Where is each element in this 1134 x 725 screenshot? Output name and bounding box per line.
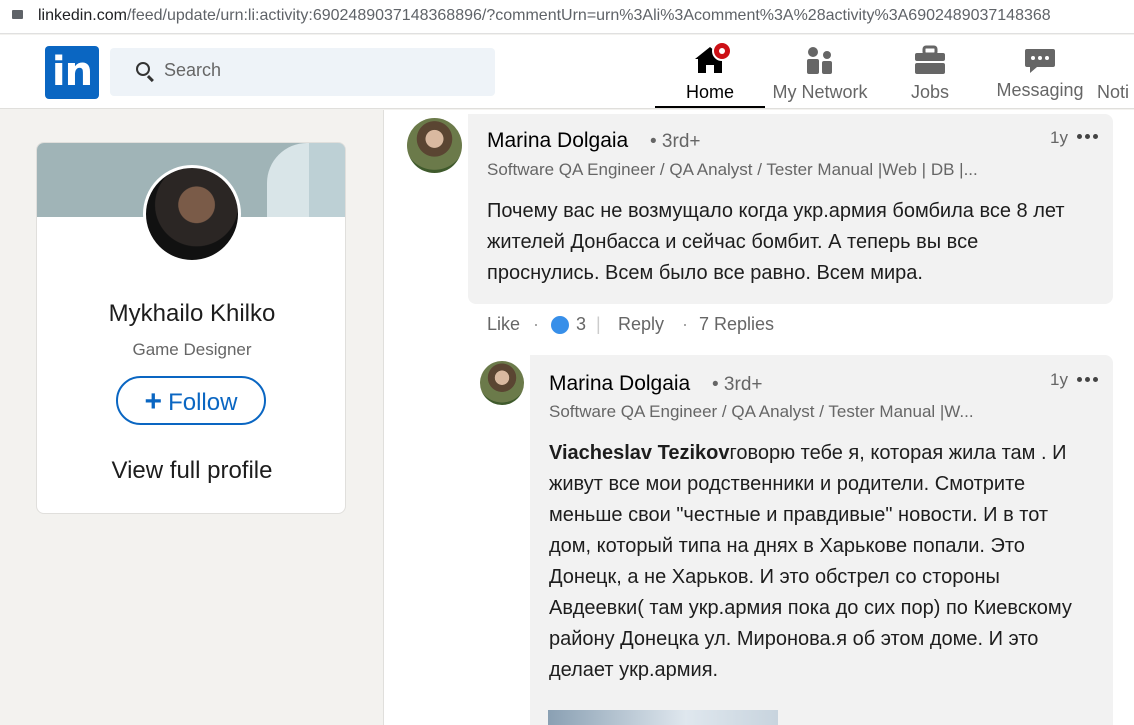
search-input[interactable] (164, 60, 464, 81)
reply-author[interactable]: Marina Dolgaia (549, 372, 690, 396)
view-full-profile-link[interactable]: View full profile (37, 457, 345, 485)
profile-name[interactable]: Mykhailo Khilko (37, 300, 345, 328)
comment-text: Почему вас не возмущало когда укр.армия … (487, 200, 1065, 284)
lock-icon (12, 10, 23, 21)
chat-bubble-icon (1025, 49, 1055, 73)
browser-address-bar[interactable]: linkedin.com/feed/update/urn:li:activity… (0, 0, 1134, 34)
separator-dot: · (533, 314, 539, 334)
comment-author[interactable]: Marina Dolgaia (487, 129, 628, 153)
profile-title: Game Designer (132, 340, 252, 359)
nav-my-network-label: My Network (772, 82, 868, 102)
top-navigation: in Home My Network Jobs Messaging (0, 35, 1134, 109)
url-path: /feed/update/urn:li:activity:69024890371… (126, 7, 1051, 24)
reply-attachment-image[interactable] (548, 710, 778, 725)
profile-card: Mykhailo Khilko Game Designer + Follow Vi… (36, 142, 346, 514)
reply-headline: Software QA Engineer / QA Analyst / Test… (549, 402, 974, 421)
people-icon (807, 47, 832, 74)
like-button[interactable]: Like (487, 314, 520, 335)
nav-messaging[interactable]: Messaging (985, 35, 1095, 108)
profile-avatar[interactable] (143, 165, 241, 263)
nav-jobs[interactable]: Jobs (880, 35, 980, 108)
briefcase-icon (915, 45, 945, 74)
mention-link[interactable]: Viacheslav Tezikov (549, 442, 729, 464)
notification-badge (712, 41, 732, 61)
more-options-icon[interactable] (1077, 134, 1099, 140)
reply-text: Viacheslav Tezikovговорю тебе я, которая… (549, 438, 1094, 686)
nav-my-network[interactable]: My Network (765, 35, 875, 108)
linkedin-logo[interactable]: in (45, 46, 99, 99)
thumbs-up-reaction-icon (550, 315, 570, 335)
follow-button[interactable]: + Follow (116, 376, 266, 425)
reply-text-body: говорю тебе я, которая жила там . И живу… (549, 442, 1072, 681)
reply-button[interactable]: Reply (618, 314, 664, 335)
commenter-avatar[interactable] (407, 118, 462, 173)
reply-connection-degree: • 3rd+ (712, 374, 763, 395)
connection-degree: • 3rd+ (650, 131, 701, 152)
comment-actions: Like · 3 | Reply · 7 Replies (487, 314, 807, 336)
comment-time: 1y (1050, 128, 1068, 147)
replies-count-link[interactable]: 7 Replies (699, 314, 774, 335)
separator-dot: · (682, 314, 688, 334)
nav-messaging-label: Messaging (996, 80, 1084, 100)
separator-bar: | (596, 314, 601, 334)
url-domain: linkedin.com (38, 7, 127, 24)
like-count[interactable]: 3 (576, 314, 586, 335)
plus-icon: + (144, 385, 163, 418)
reply-time: 1y (1050, 370, 1068, 389)
more-options-icon[interactable] (1077, 377, 1099, 383)
nav-home[interactable]: Home (655, 35, 765, 108)
reply-avatar[interactable] (480, 361, 524, 405)
search-box[interactable] (110, 48, 495, 96)
comment-headline: Software QA Engineer / QA Analyst / Test… (487, 160, 978, 179)
search-icon (136, 62, 150, 76)
nav-notifications[interactable]: Noti (1095, 35, 1134, 108)
nav-notifications-label: Noti (1097, 82, 1130, 102)
nav-home-label: Home (685, 82, 734, 102)
nav-jobs-label: Jobs (910, 82, 950, 102)
url-text[interactable]: linkedin.com/feed/update/urn:li:activity… (38, 7, 1051, 25)
follow-label: Follow (168, 389, 238, 416)
